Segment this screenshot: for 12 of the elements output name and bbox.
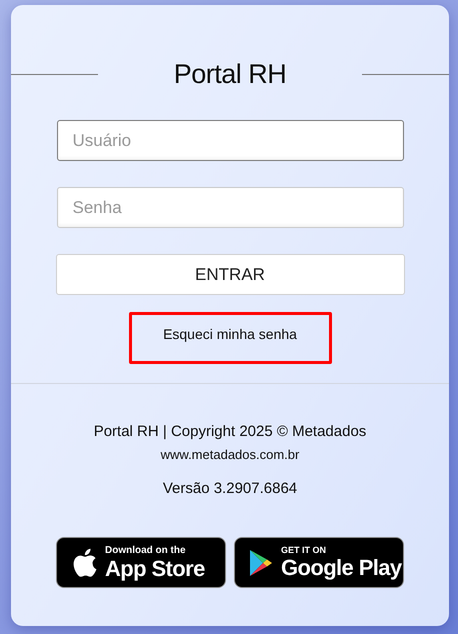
google-play-badge[interactable]: GET IT ON Google Play xyxy=(234,537,404,588)
username-field[interactable]: Usuário xyxy=(56,120,404,161)
forgot-password-link[interactable]: Esqueci minha senha xyxy=(128,312,332,364)
copyright-text: Portal RH | Copyright 2025 © Metadados xyxy=(94,423,366,440)
website-text: www.metadados.com.br xyxy=(160,447,300,462)
play-triangle-icon xyxy=(249,548,273,576)
portal-title: Portal RH xyxy=(172,59,288,90)
password-field[interactable]: Senha xyxy=(56,187,404,228)
apple-icon xyxy=(71,547,97,578)
version-text: Versão 3.2907.6864 xyxy=(162,480,298,497)
login-button[interactable]: ENTRAR xyxy=(56,254,404,295)
app-store-badge[interactable]: Download on the App Store xyxy=(56,537,226,588)
